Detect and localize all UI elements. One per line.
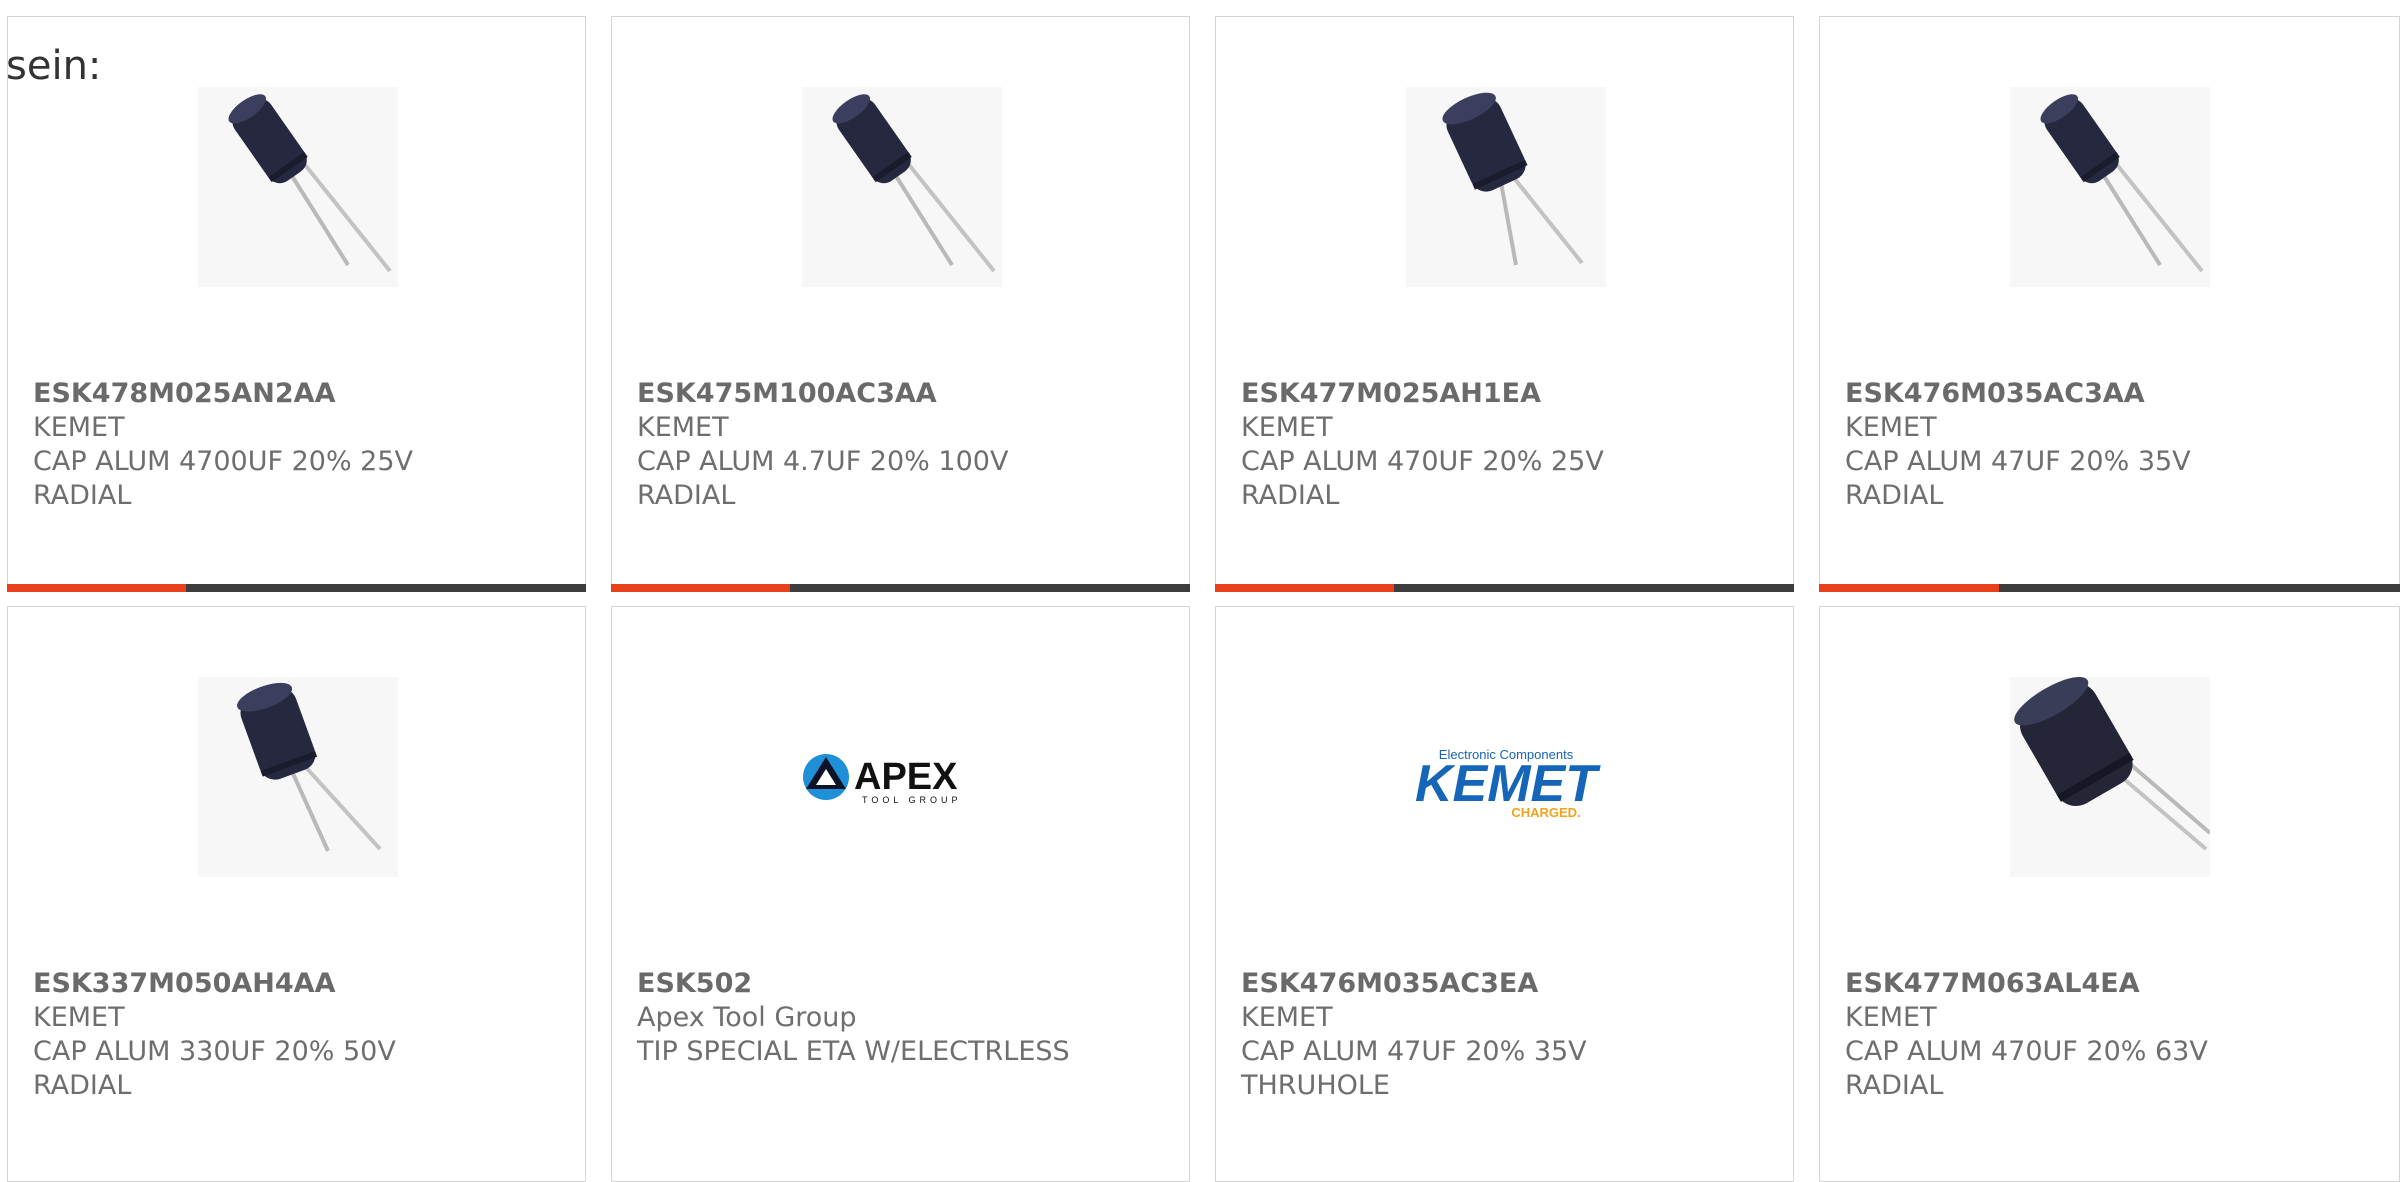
manufacturer: KEMET <box>1241 412 1333 443</box>
description: TIP SPECIAL ETA W/ELECTRLESS <box>637 1036 1070 1067</box>
capacitor-radial-icon <box>2010 87 2210 287</box>
package: RADIAL <box>33 1070 132 1101</box>
description: CAP ALUM 47UF 20% 35V <box>1241 1036 1587 1067</box>
part-number[interactable]: ESK337M050AH4AA <box>33 967 565 1001</box>
package: THRUHOLE <box>1241 1070 1390 1101</box>
progress-fill <box>1819 584 2000 592</box>
capacitor-radial-icon <box>198 87 398 287</box>
svg-text:CHARGED.: CHARGED. <box>1511 805 1580 820</box>
capacitor-radial-icon <box>1406 87 1606 287</box>
package: RADIAL <box>1241 480 1340 511</box>
product-info: ESK476M035AC3EA KEMET CAP ALUM 47UF 20% … <box>1241 967 1773 1103</box>
product-info: ESK478M025AN2AA KEMET CAP ALUM 4700UF 20… <box>33 377 565 513</box>
product-card[interactable]: ESK478M025AN2AA KEMET CAP ALUM 4700UF 20… <box>7 16 586 592</box>
package: RADIAL <box>637 480 736 511</box>
capacitor-radial-large-icon <box>2010 677 2210 877</box>
manufacturer: KEMET <box>637 412 729 443</box>
manufacturer: KEMET <box>33 1002 125 1033</box>
capacitor-radial-icon <box>198 677 398 877</box>
kemet-logo: Electronic Components KEMET CHARGED. <box>1406 677 1606 877</box>
product-info: ESK477M063AL4EA KEMET CAP ALUM 470UF 20%… <box>1845 967 2379 1103</box>
intro-text: sein: <box>6 43 102 89</box>
part-number[interactable]: ESK502 <box>637 967 1169 1001</box>
package: RADIAL <box>1845 480 1944 511</box>
progress-bar <box>1215 584 1794 592</box>
part-number[interactable]: ESK475M100AC3AA <box>637 377 1169 411</box>
product-info: ESK476M035AC3AA KEMET CAP ALUM 47UF 20% … <box>1845 377 2379 513</box>
part-number[interactable]: ESK477M063AL4EA <box>1845 967 2379 1001</box>
product-info: ESK475M100AC3AA KEMET CAP ALUM 4.7UF 20%… <box>637 377 1169 513</box>
product-card[interactable]: ESK477M063AL4EA KEMET CAP ALUM 470UF 20%… <box>1819 606 2400 1182</box>
product-card[interactable]: APEX TOOL GROUP ESK502 Apex Tool Group T… <box>611 606 1190 1182</box>
progress-fill <box>611 584 791 592</box>
description: CAP ALUM 330UF 20% 50V <box>33 1036 396 1067</box>
svg-text:APEX: APEX <box>854 756 958 798</box>
part-number[interactable]: ESK476M035AC3EA <box>1241 967 1773 1001</box>
progress-bar <box>611 584 1190 592</box>
capacitor-radial-icon <box>802 87 1002 287</box>
manufacturer: Apex Tool Group <box>637 1002 857 1033</box>
manufacturer: KEMET <box>1845 1002 1937 1033</box>
description: CAP ALUM 4700UF 20% 25V <box>33 446 414 477</box>
product-card[interactable]: ESK337M050AH4AA KEMET CAP ALUM 330UF 20%… <box>7 606 586 1182</box>
manufacturer: KEMET <box>33 412 125 443</box>
progress-bar <box>1819 584 2400 592</box>
part-number[interactable]: ESK477M025AH1EA <box>1241 377 1773 411</box>
product-info: ESK477M025AH1EA KEMET CAP ALUM 470UF 20%… <box>1241 377 1773 513</box>
manufacturer: KEMET <box>1241 1002 1333 1033</box>
svg-text:TOOL GROUP: TOOL GROUP <box>862 795 962 805</box>
product-info: ESK502 Apex Tool Group TIP SPECIAL ETA W… <box>637 967 1169 1069</box>
description: CAP ALUM 470UF 20% 25V <box>1241 446 1604 477</box>
package: RADIAL <box>1845 1070 1944 1101</box>
product-card[interactable]: ESK475M100AC3AA KEMET CAP ALUM 4.7UF 20%… <box>611 16 1190 592</box>
apex-tool-group-logo: APEX TOOL GROUP <box>802 677 1002 877</box>
progress-fill <box>1215 584 1395 592</box>
part-number[interactable]: ESK478M025AN2AA <box>33 377 565 411</box>
package: RADIAL <box>33 480 132 511</box>
progress-fill <box>7 584 187 592</box>
description: CAP ALUM 4.7UF 20% 100V <box>637 446 1009 477</box>
product-card[interactable]: ESK477M025AH1EA KEMET CAP ALUM 470UF 20%… <box>1215 16 1794 592</box>
manufacturer: KEMET <box>1845 412 1937 443</box>
product-info: ESK337M050AH4AA KEMET CAP ALUM 330UF 20%… <box>33 967 565 1103</box>
description: CAP ALUM 47UF 20% 35V <box>1845 446 2191 477</box>
progress-bar <box>7 584 586 592</box>
part-number[interactable]: ESK476M035AC3AA <box>1845 377 2379 411</box>
product-card[interactable]: Electronic Components KEMET CHARGED. ESK… <box>1215 606 1794 1182</box>
product-card[interactable]: ESK476M035AC3AA KEMET CAP ALUM 47UF 20% … <box>1819 16 2400 592</box>
description: CAP ALUM 470UF 20% 63V <box>1845 1036 2208 1067</box>
